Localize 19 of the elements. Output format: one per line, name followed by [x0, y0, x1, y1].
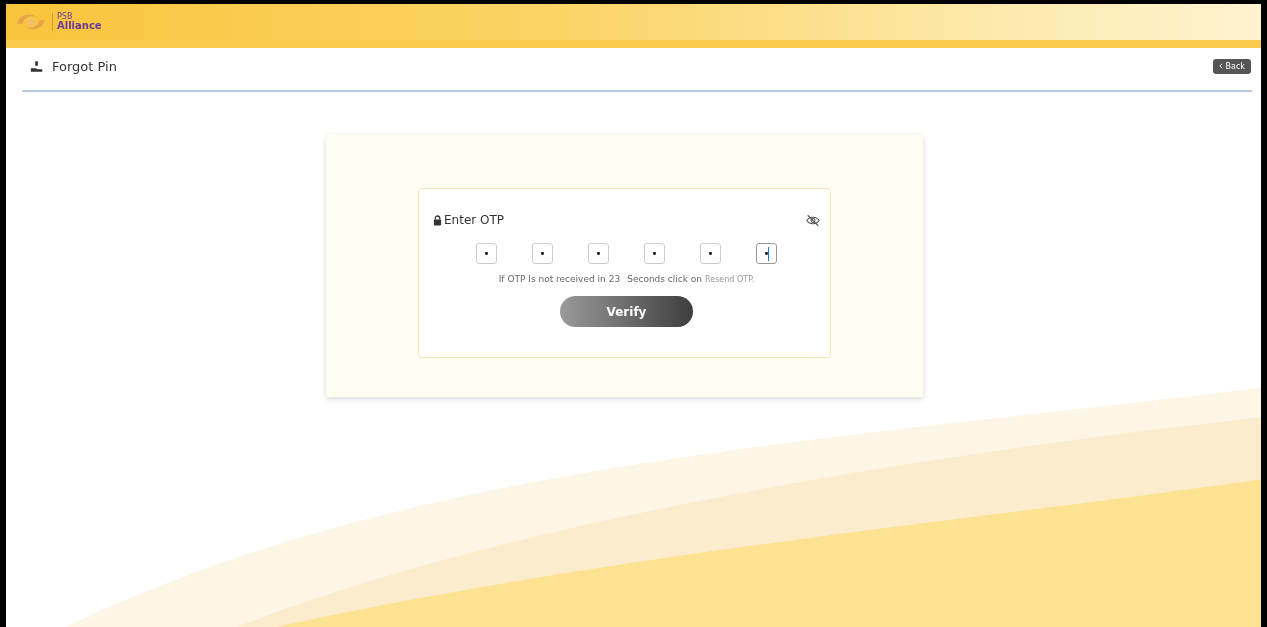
countdown: 23 [608, 274, 621, 284]
otp-digit-field[interactable]: • [700, 243, 721, 264]
resend-note: If OTP Is not received in [498, 274, 606, 284]
verify-button[interactable]: Verify [560, 296, 693, 327]
otp-label: Enter OTP [444, 213, 505, 227]
otp-digit-field[interactable]: • [476, 243, 497, 264]
logo-text: PSB [57, 13, 74, 21]
back-button[interactable]: Back [1212, 58, 1251, 74]
otp-digit-field[interactable]: • [644, 243, 665, 264]
lock-icon [433, 214, 442, 226]
resend-note: Seconds click on [627, 274, 703, 284]
hand-icon [30, 59, 44, 73]
logo-text: Alliance [57, 21, 102, 31]
otp-digit-field[interactable]: • [588, 243, 609, 264]
otp-digit-field[interactable]: • [756, 243, 777, 264]
otp-digit-field[interactable]: • [532, 243, 553, 264]
chevron-left-icon [1218, 63, 1223, 69]
eye-slash-icon[interactable] [806, 213, 820, 227]
page-title: Forgot Pin [52, 58, 117, 74]
